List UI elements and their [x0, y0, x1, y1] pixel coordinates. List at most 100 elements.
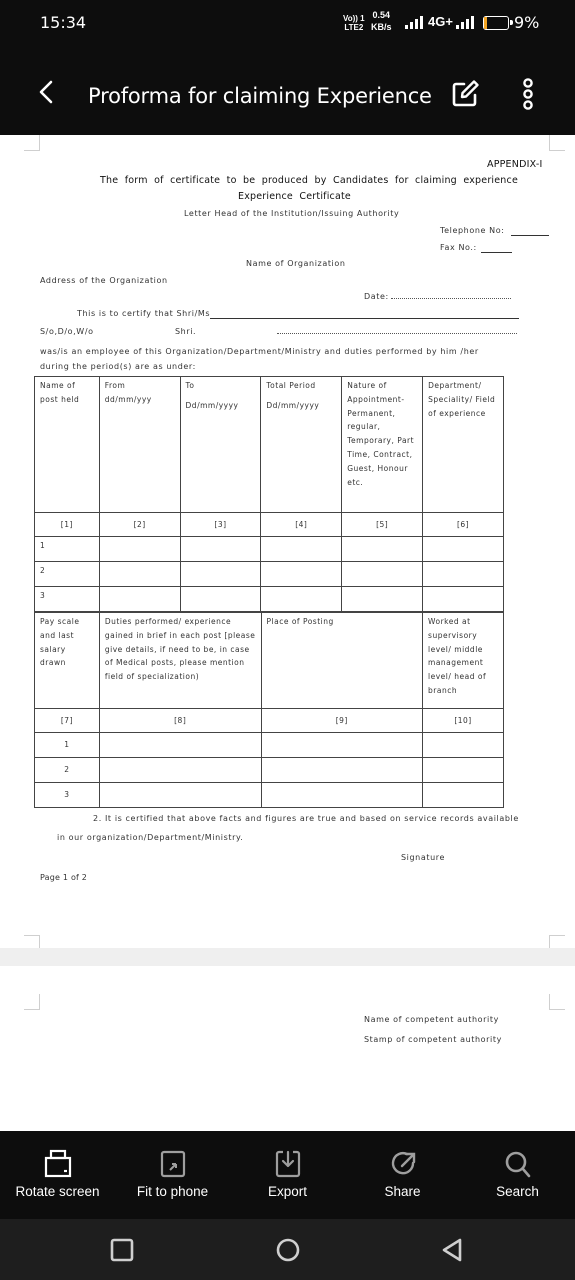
duties-table: Pay scale and last salary drawn Duties p… — [34, 612, 504, 808]
letterhead-label: Letter Head of the Institution/Issuing A… — [184, 209, 400, 218]
battery-fill — [484, 17, 487, 29]
table-number-row: [7] [8] [9] [10] — [34, 708, 504, 733]
page-separator — [0, 948, 575, 966]
search-icon — [505, 1151, 531, 1178]
export-icon — [275, 1150, 301, 1178]
certified-text: 2. It is certified that above facts and … — [93, 814, 519, 823]
row-number: 1 — [34, 732, 100, 758]
status-time: 15:34 — [40, 13, 87, 32]
col-number: [7] — [34, 708, 100, 733]
page-corner-mark — [24, 994, 40, 1010]
col-header-pay: Pay scale and last salary drawn — [34, 612, 100, 709]
name-line — [210, 318, 519, 319]
form-subheading: Experience Certificate — [238, 191, 351, 202]
date-line — [391, 298, 511, 299]
fit-to-phone-button[interactable]: Fit to phone — [115, 1131, 230, 1219]
col-header-to: To Dd/mm/yyyy — [179, 376, 262, 513]
row-number: 3 — [34, 782, 100, 808]
col-number: [2] — [98, 512, 181, 537]
share-icon — [391, 1152, 416, 1175]
telephone-line — [511, 235, 549, 236]
bottom-toolbar: Rotate screen Fit to phone Export Share … — [0, 1131, 575, 1219]
back-arrow-icon[interactable] — [34, 79, 60, 105]
experience-table: Name of post held From dd/mm/yyy To Dd/mm/y… — [34, 376, 504, 612]
col-header-duties: Duties performed/ experience gained in b… — [98, 612, 262, 709]
telephone-label: Telephone No: — [440, 226, 505, 235]
row-number: 1 — [34, 536, 100, 562]
competent-stamp-label: Stamp of competent authority — [364, 1035, 502, 1044]
search-label: Search — [496, 1184, 539, 1199]
signal-icon — [405, 16, 423, 29]
document-viewer[interactable]: APPENDIX-I The form of certificate to be… — [0, 135, 575, 1131]
battery-tip — [510, 20, 513, 25]
col-header-from: From dd/mm/yyy — [98, 376, 181, 513]
certify-text: This is to certify that Shri/Ms — [77, 309, 211, 318]
col-number: [10] — [422, 708, 504, 733]
search-button[interactable]: Search — [460, 1131, 575, 1219]
back-triangle-icon[interactable] — [440, 1237, 466, 1263]
col-number: [8] — [98, 708, 262, 733]
signature-label: Signature — [401, 853, 445, 862]
table-row: 2 — [34, 757, 504, 783]
employee-text: was/is an employee of this Organization/… — [40, 347, 479, 356]
table-header-row: Name of post held From dd/mm/yyy To Dd/mm/y… — [34, 376, 504, 513]
col-number: [9] — [260, 708, 424, 733]
table-row: 3 — [34, 782, 504, 808]
page-corner-mark — [549, 135, 565, 151]
export-button[interactable]: Export — [230, 1131, 345, 1219]
certified-text-2: in our organization/Department/Ministry. — [57, 833, 244, 842]
col-number: [4] — [260, 512, 343, 537]
share-button[interactable]: Share — [345, 1131, 460, 1219]
col-header-place: Place of Posting — [260, 612, 424, 709]
edit-icon[interactable] — [450, 79, 480, 109]
col-number: [5] — [341, 512, 424, 537]
rotate-screen-button[interactable]: Rotate screen — [0, 1131, 115, 1219]
rotate-screen-icon — [44, 1149, 72, 1178]
col-number: [6] — [422, 512, 504, 537]
share-label: Share — [384, 1184, 421, 1199]
volte-indicator: Vo)) 1 LTE2 — [343, 14, 365, 32]
volte-bottom: LTE2 — [344, 23, 364, 32]
relation-line — [277, 333, 517, 334]
volte-top: Vo)) 1 — [343, 14, 365, 23]
org-name-label: Name of Organization — [246, 259, 346, 268]
table-row: 3 — [34, 586, 504, 612]
col-header-department: Department/ Speciality/ Field of experie… — [422, 376, 504, 513]
shri-label: Shri. — [175, 327, 197, 336]
recents-square-icon[interactable] — [109, 1237, 135, 1263]
form-heading: The form of certificate to be produced b… — [100, 175, 519, 186]
page-title: Proforma for claiming Experience — [88, 84, 432, 108]
page-corner-mark — [549, 994, 565, 1010]
row-number: 2 — [34, 561, 100, 587]
more-vert-icon[interactable] — [517, 78, 539, 110]
row-number: 2 — [34, 757, 100, 783]
table-row: 2 — [34, 561, 504, 587]
table-row: 1 — [34, 536, 504, 562]
date-label: Date: — [364, 292, 389, 301]
relation-label: S/o,D/o,W/o — [40, 327, 94, 336]
col-number: [1] — [34, 512, 100, 537]
network-type: 4G+ — [428, 14, 453, 29]
address-label: Address of the Organization — [40, 276, 168, 285]
battery-icon — [483, 16, 513, 30]
page-corner-mark — [24, 135, 40, 151]
network-speed: 0.54 KB/s — [371, 9, 392, 33]
fit-to-phone-icon — [160, 1150, 186, 1178]
appendix-label: APPENDIX-I — [487, 159, 543, 170]
col-header-nature: Nature of Appointment- Permanent, regula… — [341, 376, 424, 513]
row-number: 3 — [34, 586, 100, 612]
fax-label: Fax No.: — [440, 243, 477, 252]
table-header-row: Pay scale and last salary drawn Duties p… — [34, 612, 504, 709]
system-nav-bar — [0, 1219, 575, 1280]
page-number-label: Page 1 of 2 — [40, 873, 88, 882]
app-bar: Proforma for claiming Experience — [0, 45, 575, 135]
table-number-row: [1] [2] [3] [4] [5] [6] — [34, 512, 504, 537]
col-header-level: Worked at supervisory level/ middle mana… — [422, 612, 504, 709]
status-bar: 15:34 Vo)) 1 LTE2 0.54 KB/s 4G+ 9% — [0, 0, 575, 45]
fit-to-phone-label: Fit to phone — [136, 1184, 209, 1199]
home-circle-icon[interactable] — [275, 1237, 301, 1263]
fax-line — [481, 252, 512, 253]
employee-text-2: during the period(s) are as under: — [40, 362, 196, 371]
col-header-period: Total Period Dd/mm/yyyy — [260, 376, 343, 513]
col-header-post: Name of post held — [34, 376, 100, 513]
